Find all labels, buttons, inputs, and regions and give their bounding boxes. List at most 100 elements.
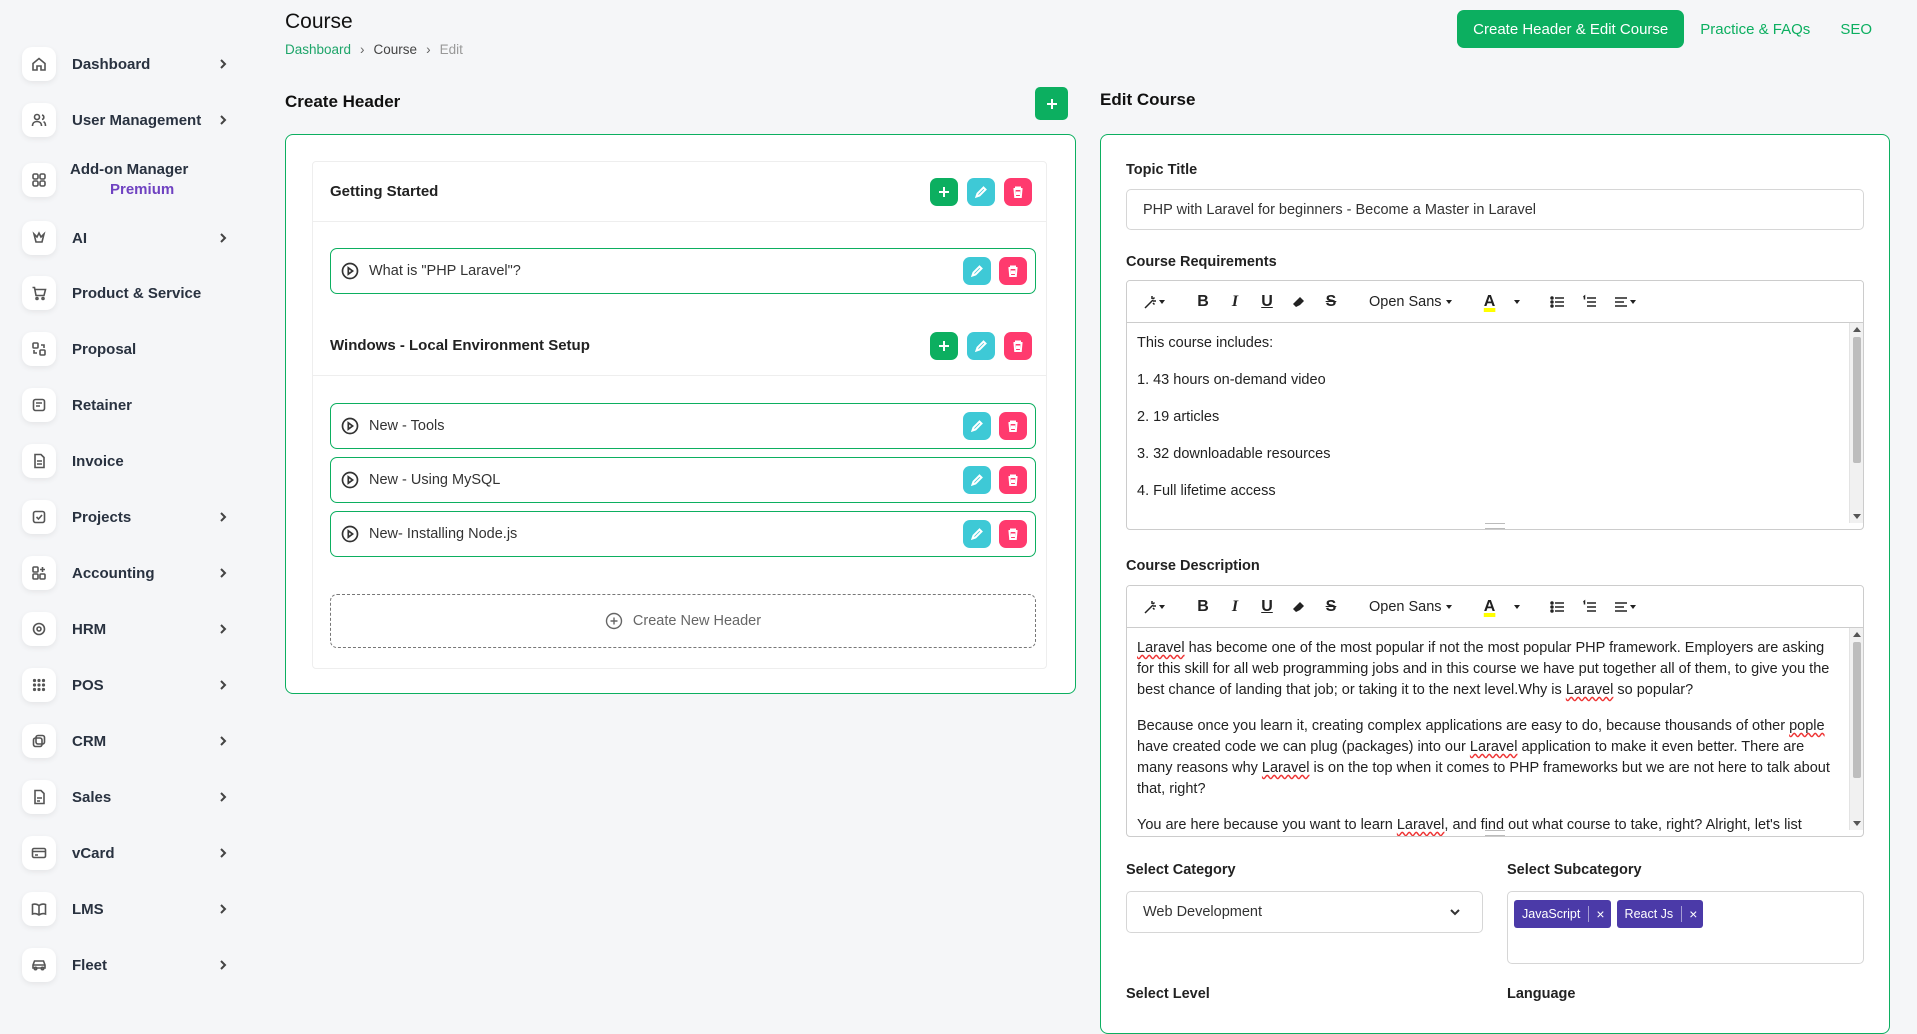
delete-header-button[interactable] — [1004, 331, 1032, 360]
tab-seo[interactable]: SEO — [1840, 21, 1872, 38]
course-requirements-content[interactable]: This course includes: 1. 43 hours on-dem… — [1127, 323, 1863, 529]
add-header-button[interactable] — [1035, 87, 1068, 120]
sidebar-item-invoice[interactable]: Invoice — [22, 441, 232, 481]
strikethrough-icon[interactable]: S — [1317, 288, 1345, 316]
sidebar-item-retainer[interactable]: Retainer — [22, 385, 232, 425]
sidebar-item-dashboard[interactable]: Dashboard — [22, 44, 232, 84]
breadcrumb-dashboard[interactable]: Dashboard — [285, 42, 351, 57]
text-color-dropdown-icon[interactable] — [1508, 593, 1526, 621]
editor-resize-handle[interactable] — [1485, 830, 1505, 836]
align-icon[interactable] — [1608, 593, 1642, 621]
trash-icon — [1013, 186, 1023, 198]
delete-header-button[interactable] — [1004, 177, 1032, 206]
sidebar-item-proposal[interactable]: Proposal — [22, 329, 232, 369]
edit-lesson-button[interactable] — [963, 520, 991, 548]
edit-header-button[interactable] — [967, 177, 995, 206]
text-color-icon[interactable]: A — [1476, 288, 1504, 316]
font-family-dropdown[interactable]: Open Sans — [1363, 288, 1458, 316]
sidebar-item-hrm[interactable]: HRM — [22, 609, 232, 649]
invoice-icon — [22, 444, 56, 478]
edit-lesson-button[interactable] — [963, 466, 991, 494]
sidebar-item-accounting[interactable]: Accounting — [22, 553, 232, 593]
lesson-item[interactable]: What is "PHP Laravel"? — [330, 248, 1036, 294]
editor-scrollbar[interactable] — [1849, 628, 1863, 830]
course-description-editor[interactable]: B I U S Open Sans A Laravel has become o… — [1126, 585, 1864, 837]
projects-icon — [22, 500, 56, 534]
sidebar-item-label: User Management — [72, 111, 202, 129]
home-icon — [22, 47, 56, 81]
sidebar-item-ai[interactable]: AI — [22, 218, 232, 258]
chevron-right-icon — [220, 736, 227, 746]
sidebar-item-sales[interactable]: Sales — [22, 777, 232, 817]
magic-wand-icon[interactable] — [1137, 288, 1171, 316]
eraser-icon[interactable] — [1285, 593, 1313, 621]
remove-tag-icon[interactable]: × — [1588, 906, 1605, 922]
bold-icon[interactable]: B — [1189, 288, 1217, 316]
bold-icon[interactable]: B — [1189, 593, 1217, 621]
course-description-content[interactable]: Laravel has become one of the most popul… — [1127, 628, 1863, 836]
bullet-list-icon[interactable] — [1544, 288, 1572, 316]
eraser-icon[interactable] — [1285, 288, 1313, 316]
numbered-list-icon[interactable] — [1576, 593, 1604, 621]
text-color-dropdown-icon[interactable] — [1508, 288, 1526, 316]
add-lesson-button[interactable] — [930, 331, 958, 360]
magic-wand-icon[interactable] — [1137, 593, 1171, 621]
sidebar-item-product-service[interactable]: Product & Service — [22, 273, 232, 313]
delete-lesson-button[interactable] — [999, 520, 1027, 548]
lesson-title: New- Installing Node.js — [369, 526, 518, 542]
underline-icon[interactable]: U — [1253, 288, 1281, 316]
strikethrough-icon[interactable]: S — [1317, 593, 1345, 621]
scroll-down-icon[interactable] — [1853, 514, 1861, 519]
category-select[interactable]: Web Development — [1126, 891, 1483, 933]
delete-lesson-button[interactable] — [999, 412, 1027, 440]
delete-lesson-button[interactable] — [999, 257, 1027, 285]
course-requirements-editor[interactable]: B I U S Open Sans A This course includes… — [1126, 280, 1864, 530]
edit-lesson-button[interactable] — [963, 412, 991, 440]
lesson-item[interactable]: New- Installing Node.js — [330, 511, 1036, 557]
create-header-edit-course-button[interactable]: Create Header & Edit Course — [1457, 10, 1685, 48]
sidebar-item-projects[interactable]: Projects — [22, 497, 232, 537]
bullet-list-icon[interactable] — [1544, 593, 1572, 621]
editor-resize-handle[interactable] — [1485, 523, 1505, 529]
sidebar-item-crm[interactable]: CRM — [22, 721, 232, 761]
scrollbar-thumb[interactable] — [1853, 642, 1861, 778]
scroll-down-icon[interactable] — [1853, 821, 1861, 826]
pencil-icon — [974, 339, 987, 352]
editor-scrollbar[interactable] — [1849, 323, 1863, 523]
sidebar-item-label: Proposal — [72, 340, 137, 358]
add-lesson-button[interactable] — [930, 177, 958, 206]
numbered-list-icon[interactable] — [1576, 288, 1604, 316]
underline-icon[interactable]: U — [1253, 593, 1281, 621]
plus-circle-icon — [605, 612, 623, 630]
sidebar-item-pos[interactable]: POS — [22, 665, 232, 705]
sidebar-item-lms[interactable]: LMS — [22, 889, 232, 929]
font-family-dropdown[interactable]: Open Sans — [1363, 593, 1458, 621]
sidebar-item-vcard[interactable]: vCard — [22, 833, 232, 873]
tab-practice-faqs[interactable]: Practice & FAQs — [1700, 21, 1810, 38]
remove-tag-icon[interactable]: × — [1681, 906, 1697, 922]
scrollbar-thumb[interactable] — [1853, 337, 1861, 463]
top-actions: Create Header & Edit Course Practice & F… — [1457, 10, 1872, 48]
edit-lesson-button[interactable] — [963, 257, 991, 285]
course-description-label: Course Description — [1126, 558, 1260, 574]
sidebar-item-fleet[interactable]: Fleet — [22, 945, 232, 985]
italic-icon[interactable]: I — [1221, 593, 1249, 621]
subcategory-multiselect[interactable]: JavaScript × React Js × — [1507, 891, 1864, 964]
create-new-header-button[interactable]: Create New Header — [330, 594, 1036, 648]
scroll-up-icon[interactable] — [1853, 632, 1861, 637]
edit-header-button[interactable] — [967, 331, 995, 360]
scroll-up-icon[interactable] — [1853, 327, 1861, 332]
breadcrumb-course[interactable]: Course — [374, 42, 418, 57]
lesson-item[interactable]: New - Using MySQL — [330, 457, 1036, 503]
align-icon[interactable] — [1608, 288, 1642, 316]
text-color-icon[interactable]: A — [1476, 593, 1504, 621]
delete-lesson-button[interactable] — [999, 466, 1027, 494]
pos-icon — [22, 668, 56, 702]
select-subcategory-label: Select Subcategory — [1507, 862, 1642, 878]
italic-icon[interactable]: I — [1221, 288, 1249, 316]
sidebar-item-addon-manager[interactable]: Add-on Manager Premium — [22, 156, 232, 204]
editor-line: 3. 32 downloadable resources — [1137, 446, 1331, 462]
sidebar-item-user-management[interactable]: User Management — [22, 100, 232, 140]
topic-title-input[interactable]: PHP with Laravel for beginners - Become … — [1126, 189, 1864, 230]
lesson-item[interactable]: New - Tools — [330, 403, 1036, 449]
